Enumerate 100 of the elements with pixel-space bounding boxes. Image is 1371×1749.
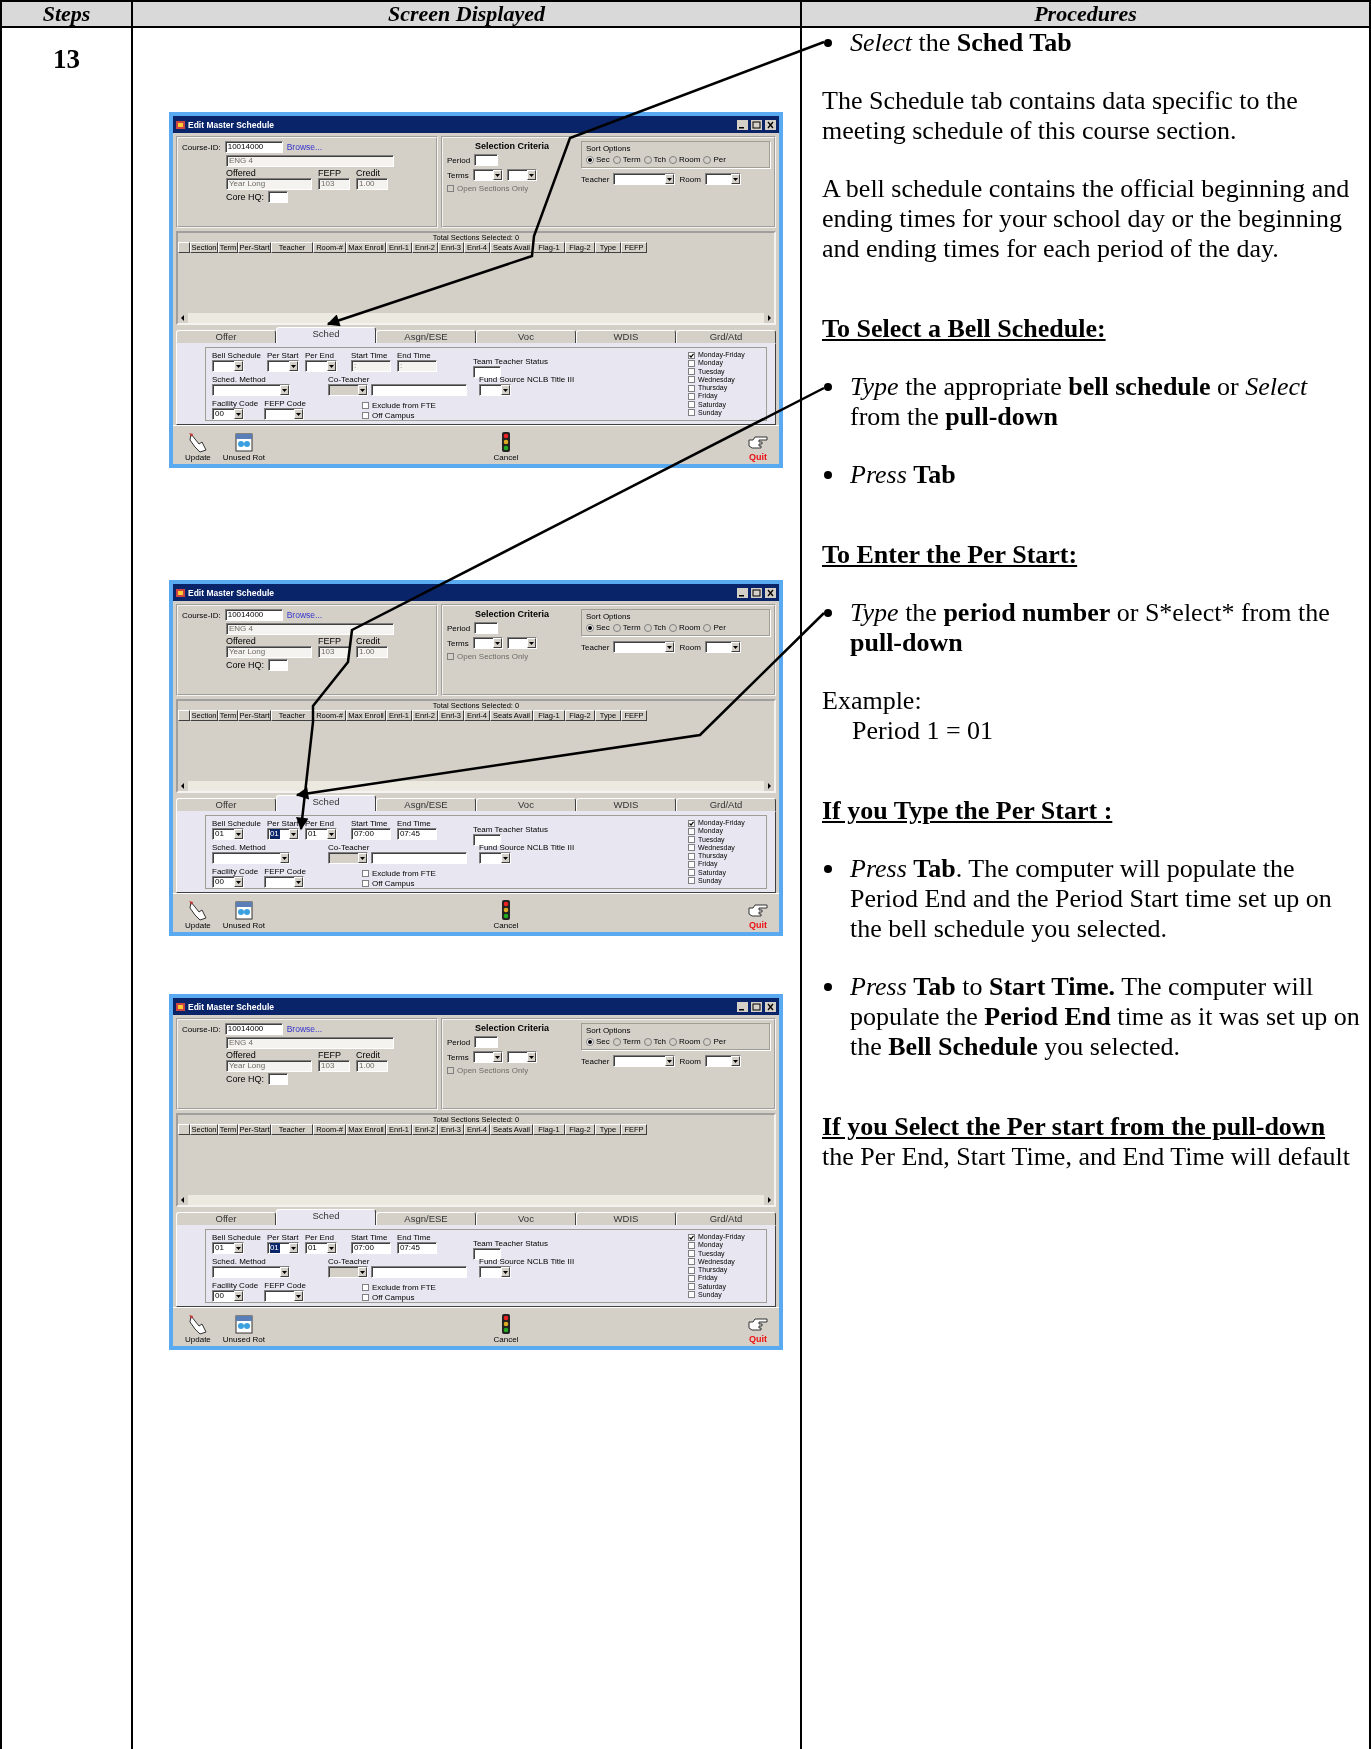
close-button[interactable] bbox=[765, 587, 776, 598]
checkbox[interactable] bbox=[361, 402, 369, 409]
team-teacher-status-field[interactable] bbox=[472, 834, 501, 846]
per-start-dropdown[interactable] bbox=[266, 360, 299, 372]
facility-code-dropdown[interactable]: 00 bbox=[212, 876, 244, 888]
teacher-dropdown[interactable] bbox=[613, 173, 676, 185]
checkbox[interactable] bbox=[688, 401, 695, 409]
checkbox[interactable] bbox=[688, 1258, 695, 1266]
tab[interactable]: WDIS bbox=[576, 798, 676, 811]
tab[interactable]: Sched bbox=[276, 327, 376, 343]
fefp-code-dropdown[interactable] bbox=[264, 408, 305, 420]
tab[interactable]: Asgn/ESE bbox=[376, 1212, 476, 1225]
checkbox[interactable] bbox=[688, 869, 695, 877]
unused-rot-button[interactable]: Unused Rot bbox=[222, 899, 266, 930]
update-button[interactable]: Update bbox=[185, 899, 211, 930]
checkbox[interactable] bbox=[688, 836, 695, 844]
core-hq-field[interactable] bbox=[268, 1073, 288, 1085]
checkbox[interactable] bbox=[688, 392, 695, 400]
terms-dropdown[interactable] bbox=[506, 637, 537, 649]
tab[interactable]: Offer bbox=[176, 798, 276, 811]
update-button[interactable]: Update bbox=[185, 1313, 211, 1344]
co-teacher-dropdown[interactable] bbox=[328, 852, 368, 864]
close-button[interactable] bbox=[765, 119, 776, 130]
minimize-button[interactable] bbox=[737, 119, 748, 130]
browse-link[interactable]: Browse... bbox=[286, 1024, 323, 1034]
checkbox[interactable] bbox=[688, 877, 695, 885]
co-teacher-field[interactable] bbox=[371, 1266, 467, 1278]
co-teacher-dropdown[interactable] bbox=[328, 384, 368, 396]
checkbox[interactable] bbox=[361, 1294, 369, 1301]
sched-method-dropdown[interactable] bbox=[212, 384, 290, 396]
terms-dropdown[interactable] bbox=[506, 169, 537, 181]
minimize-button[interactable] bbox=[737, 1001, 748, 1012]
tab[interactable]: WDIS bbox=[576, 1212, 676, 1225]
fefp-code-dropdown[interactable] bbox=[264, 876, 305, 888]
course-id-field[interactable]: 10014000 bbox=[224, 1023, 283, 1035]
checkbox[interactable] bbox=[688, 844, 695, 852]
horizontal-scrollbar[interactable] bbox=[178, 313, 774, 323]
sched-method-dropdown[interactable] bbox=[212, 1266, 290, 1278]
per-end-dropdown[interactable]: 01 bbox=[304, 1242, 337, 1254]
checkbox[interactable] bbox=[688, 819, 695, 827]
checkbox[interactable] bbox=[361, 412, 369, 419]
fund-source-dropdown[interactable] bbox=[479, 852, 511, 864]
fund-source-dropdown[interactable] bbox=[479, 1266, 511, 1278]
co-teacher-field[interactable] bbox=[371, 852, 467, 864]
checkbox[interactable] bbox=[688, 351, 695, 359]
tab[interactable]: Voc bbox=[476, 330, 576, 343]
checkbox[interactable] bbox=[688, 376, 695, 384]
tab[interactable]: Voc bbox=[476, 1212, 576, 1225]
room-dropdown[interactable] bbox=[704, 173, 741, 185]
cancel-button[interactable]: Cancel bbox=[493, 1313, 519, 1344]
checkbox[interactable] bbox=[688, 384, 695, 392]
checkbox[interactable] bbox=[688, 1274, 695, 1282]
bell-schedule-dropdown[interactable]: 01 bbox=[212, 828, 244, 840]
team-teacher-status-field[interactable] bbox=[472, 366, 501, 378]
checkbox[interactable] bbox=[688, 1250, 695, 1258]
update-button[interactable]: Update bbox=[185, 431, 211, 462]
team-teacher-status-field[interactable] bbox=[472, 1248, 501, 1260]
checkbox[interactable] bbox=[688, 1233, 695, 1241]
scroll-right-icon[interactable] bbox=[764, 781, 774, 791]
checkbox[interactable] bbox=[361, 880, 369, 887]
per-end-dropdown[interactable]: 01 bbox=[304, 828, 337, 840]
core-hq-field[interactable] bbox=[268, 659, 288, 671]
co-teacher-field[interactable] bbox=[371, 384, 467, 396]
bell-schedule-dropdown[interactable] bbox=[212, 360, 244, 372]
maximize-button[interactable] bbox=[751, 1001, 762, 1012]
tab[interactable]: Grd/Atd bbox=[676, 330, 776, 343]
checkbox[interactable] bbox=[688, 1266, 695, 1274]
cancel-button[interactable]: Cancel bbox=[493, 899, 519, 930]
co-teacher-dropdown[interactable] bbox=[328, 1266, 368, 1278]
core-hq-field[interactable] bbox=[268, 191, 288, 203]
checkbox[interactable] bbox=[688, 1283, 695, 1291]
checkbox[interactable] bbox=[688, 359, 695, 367]
checkbox[interactable] bbox=[688, 368, 695, 376]
start-time-field[interactable]: 07:00 bbox=[350, 1242, 391, 1254]
end-time-field[interactable]: 07:45 bbox=[396, 828, 437, 840]
radio-button[interactable] bbox=[586, 623, 594, 632]
scroll-right-icon[interactable] bbox=[764, 313, 774, 323]
per-start-dropdown[interactable]: 01 bbox=[266, 1242, 299, 1254]
facility-code-dropdown[interactable]: 00 bbox=[212, 1290, 244, 1302]
browse-link[interactable]: Browse... bbox=[286, 142, 323, 152]
tab[interactable]: WDIS bbox=[576, 330, 676, 343]
tab[interactable]: Grd/Atd bbox=[676, 798, 776, 811]
horizontal-scrollbar[interactable] bbox=[178, 1195, 774, 1205]
facility-code-dropdown[interactable]: 00 bbox=[212, 408, 244, 420]
fund-source-dropdown[interactable] bbox=[479, 384, 511, 396]
sched-method-dropdown[interactable] bbox=[212, 852, 290, 864]
tab[interactable]: Offer bbox=[176, 1212, 276, 1225]
tab[interactable]: Asgn/ESE bbox=[376, 798, 476, 811]
checkbox[interactable] bbox=[361, 870, 369, 877]
per-start-dropdown[interactable]: 01 bbox=[266, 828, 299, 840]
period-field[interactable] bbox=[474, 622, 499, 634]
terms-dropdown[interactable] bbox=[472, 169, 503, 181]
terms-dropdown[interactable] bbox=[472, 637, 503, 649]
cancel-button[interactable]: Cancel bbox=[493, 431, 519, 462]
end-time-field[interactable]: 07:45 bbox=[396, 1242, 437, 1254]
scroll-left-icon[interactable] bbox=[178, 781, 188, 791]
checkbox[interactable] bbox=[688, 860, 695, 868]
maximize-button[interactable] bbox=[751, 587, 762, 598]
checkbox[interactable] bbox=[688, 409, 695, 417]
checkbox[interactable] bbox=[688, 1241, 695, 1249]
